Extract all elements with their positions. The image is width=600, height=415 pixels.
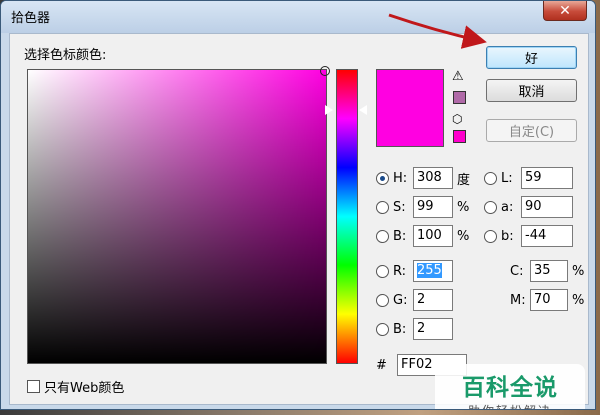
red-radio[interactable] bbox=[376, 264, 389, 278]
new-color-swatch bbox=[377, 70, 443, 108]
lab-b-label: b: bbox=[501, 228, 514, 244]
close-button[interactable]: ✕ bbox=[543, 1, 587, 21]
saturation-radio[interactable] bbox=[376, 200, 389, 214]
lab-b-row: b: -44 bbox=[484, 225, 573, 247]
lab-l-input[interactable]: 59 bbox=[521, 167, 573, 189]
saturation-unit: % bbox=[457, 199, 470, 215]
web-only-option[interactable]: 只有Web颜色 bbox=[27, 377, 124, 396]
gamut-warning-icon[interactable]: ⚠ bbox=[452, 70, 466, 84]
cyan-unit: % bbox=[572, 263, 585, 279]
brightness-row: B: 100 % bbox=[376, 225, 469, 247]
web-color-swatch[interactable] bbox=[453, 130, 466, 143]
magenta-row: M: 70 % bbox=[506, 289, 584, 311]
watermark-subtitle: 助你轻松解决 bbox=[468, 402, 552, 410]
current-color-swatch[interactable] bbox=[377, 108, 443, 146]
annotation-arrow bbox=[388, 13, 487, 49]
window-title: 拾色器 bbox=[11, 11, 51, 26]
lab-a-row: a: 90 bbox=[484, 196, 573, 218]
brightness-input[interactable]: 100 bbox=[413, 225, 453, 247]
gamut-color-swatch[interactable] bbox=[453, 91, 466, 104]
red-label: R: bbox=[393, 263, 407, 279]
hue-input[interactable]: 308 bbox=[413, 167, 453, 189]
blue-label: B: bbox=[393, 321, 407, 337]
cyan-input[interactable]: 35 bbox=[530, 260, 568, 282]
hue-slider-left-handle[interactable] bbox=[325, 105, 333, 115]
hex-label: # bbox=[376, 358, 387, 373]
red-row: R: 255 bbox=[376, 260, 453, 282]
lab-l-row: L: 59 bbox=[484, 167, 573, 189]
lab-b-radio[interactable] bbox=[484, 229, 497, 243]
blue-radio[interactable] bbox=[376, 322, 389, 336]
web-safe-cube-icon[interactable]: ⬡ bbox=[452, 112, 462, 126]
watermark: 百科全说 助你轻松解决 bbox=[435, 364, 585, 410]
magenta-unit: % bbox=[572, 292, 585, 308]
red-input[interactable]: 255 bbox=[413, 260, 453, 282]
blue-row: B: 2 bbox=[376, 318, 453, 340]
hue-radio[interactable] bbox=[376, 171, 389, 185]
lab-a-input[interactable]: 90 bbox=[521, 196, 573, 218]
color-marker[interactable] bbox=[320, 66, 330, 76]
cancel-button[interactable]: 取消 bbox=[486, 79, 577, 102]
brightness-radio[interactable] bbox=[376, 229, 389, 243]
web-only-checkbox[interactable] bbox=[27, 380, 40, 393]
hue-slider[interactable] bbox=[336, 69, 358, 364]
titlebar: 拾色器 ✕ bbox=[1, 1, 595, 33]
hue-row: H: 308 度 bbox=[376, 167, 470, 189]
lab-l-label: L: bbox=[501, 170, 513, 186]
ok-button[interactable]: 好 bbox=[486, 46, 577, 69]
blue-input[interactable]: 2 bbox=[413, 318, 453, 340]
saturation-input[interactable]: 99 bbox=[413, 196, 453, 218]
lab-a-label: a: bbox=[501, 199, 514, 215]
saturation-brightness-field[interactable] bbox=[27, 66, 330, 364]
color-preview bbox=[376, 69, 444, 147]
hue-unit: 度 bbox=[457, 172, 471, 188]
green-radio[interactable] bbox=[376, 293, 389, 307]
lab-a-radio[interactable] bbox=[484, 200, 497, 214]
watermark-logo: 百科全说 bbox=[462, 374, 558, 401]
green-input[interactable]: 2 bbox=[413, 289, 453, 311]
saturation-label: S: bbox=[393, 199, 406, 215]
picker-label: 选择色标颜色: bbox=[24, 48, 107, 63]
dialog-content: 选择色标颜色: ⚠ ⬡ 好 取消 自定(C) H: 308 度 S: 99 % … bbox=[9, 33, 589, 409]
hue-label: H: bbox=[393, 170, 408, 186]
saturation-row: S: 99 % bbox=[376, 196, 469, 218]
magenta-input[interactable]: 70 bbox=[530, 289, 568, 311]
cyan-row: C: 35 % bbox=[506, 260, 584, 282]
green-row: G: 2 bbox=[376, 289, 453, 311]
red-input-value: 255 bbox=[417, 263, 442, 278]
green-label: G: bbox=[393, 292, 408, 308]
color-picker-dialog: 拾色器 ✕ 选择色标颜色: ⚠ ⬡ 好 取消 自定(C) H: 308 度 S:… bbox=[0, 0, 596, 410]
brightness-label: B: bbox=[393, 228, 407, 244]
magenta-label: M: bbox=[510, 292, 526, 308]
hue-slider-right-handle[interactable] bbox=[359, 105, 367, 115]
cyan-label: C: bbox=[510, 263, 524, 279]
web-only-label: 只有Web颜色 bbox=[44, 381, 125, 396]
custom-button[interactable]: 自定(C) bbox=[486, 119, 577, 142]
close-icon: ✕ bbox=[559, 2, 571, 19]
lab-b-input[interactable]: -44 bbox=[521, 225, 573, 247]
brightness-unit: % bbox=[457, 228, 470, 244]
lab-l-radio[interactable] bbox=[484, 171, 497, 185]
